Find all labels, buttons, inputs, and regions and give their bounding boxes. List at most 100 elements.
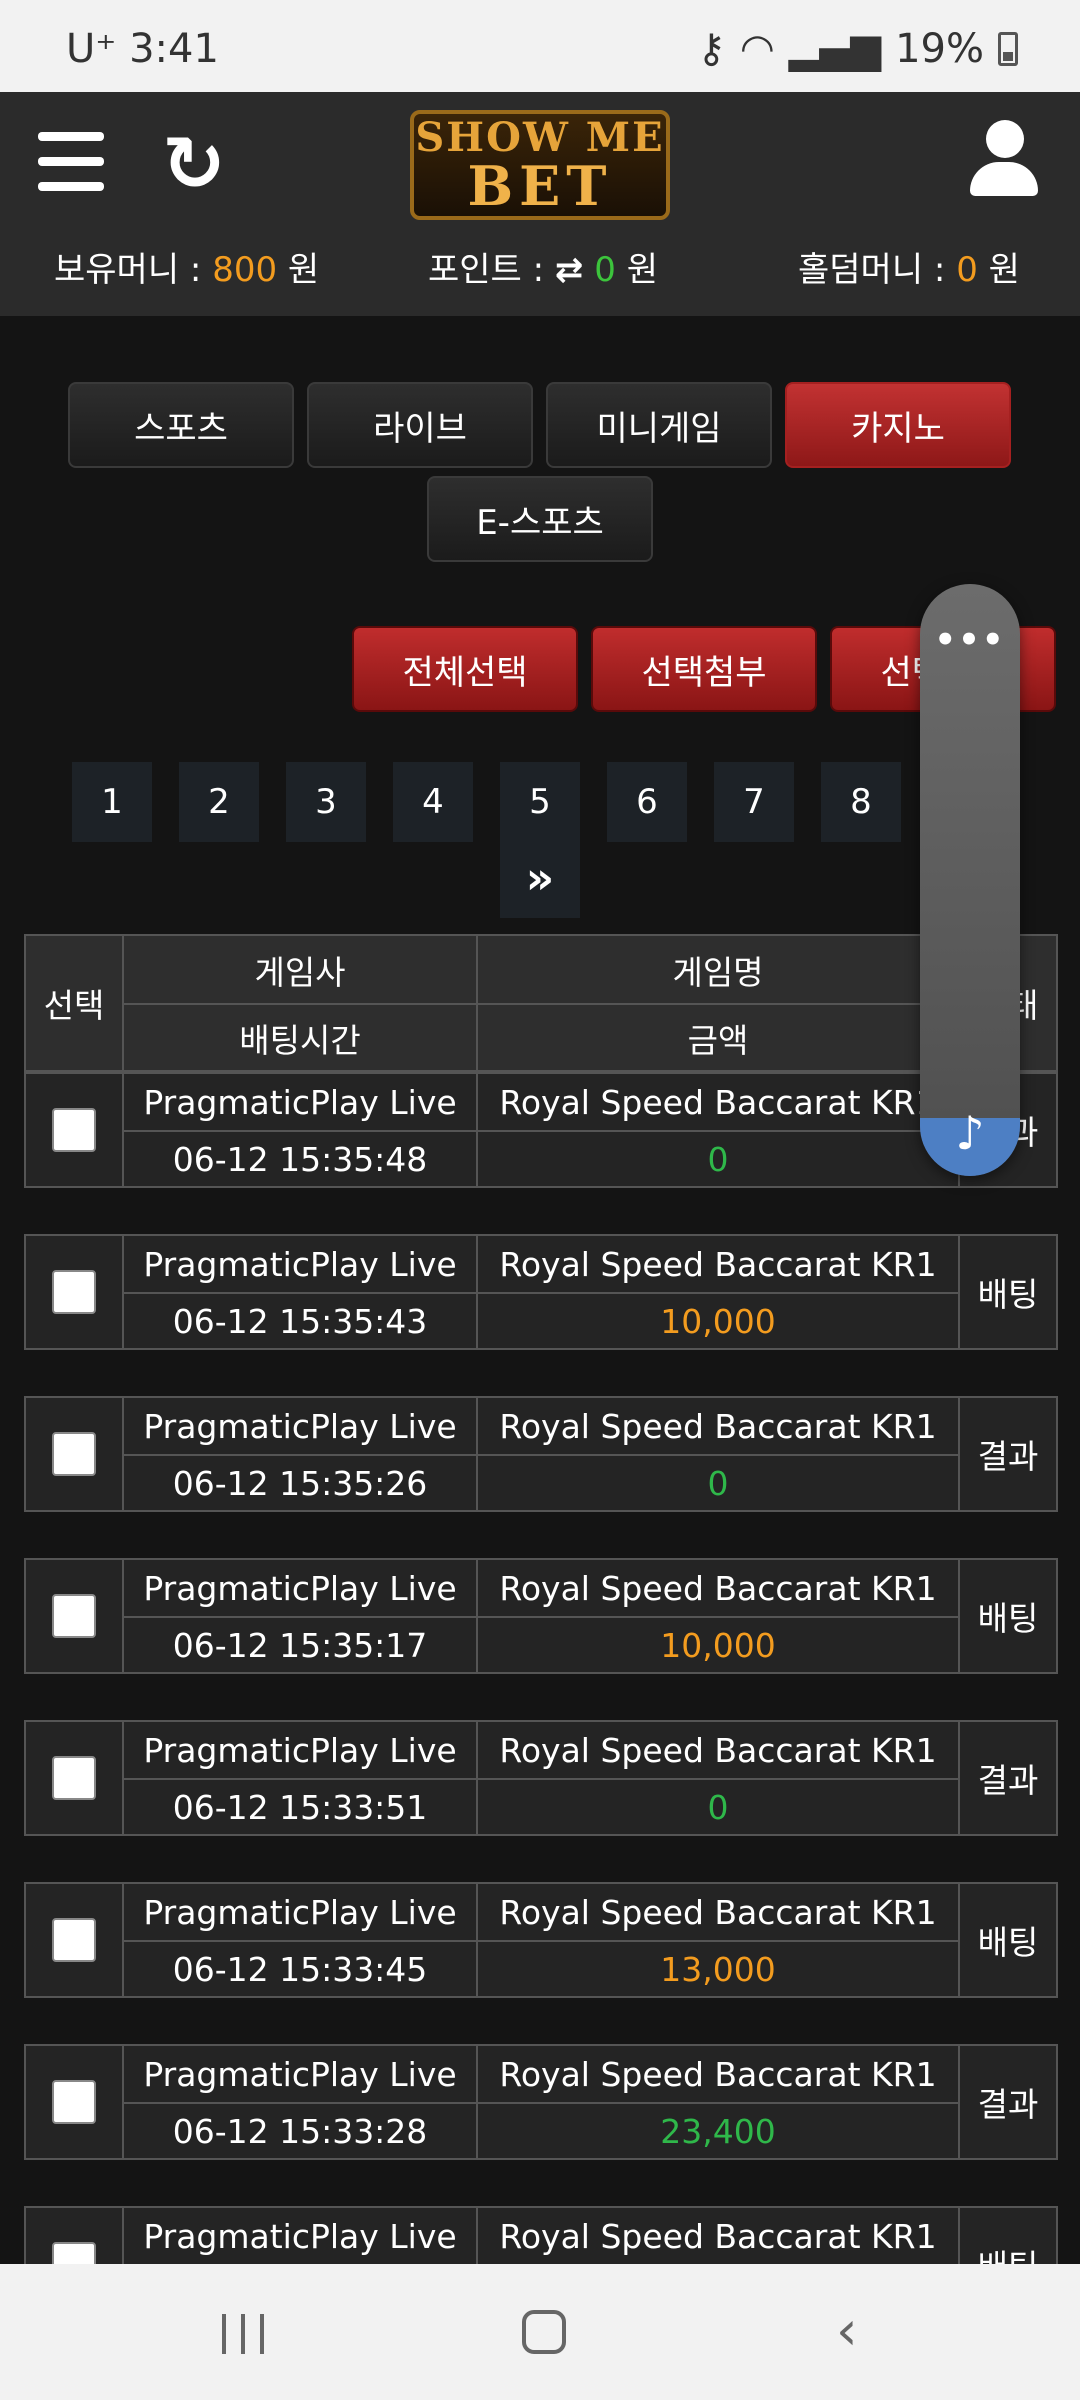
table-row[interactable]: PragmaticPlay Live Royal Speed Baccarat … [24, 1720, 1058, 1836]
music-note-icon[interactable]: ♪ [920, 1106, 1020, 1160]
page-5[interactable]: 5 [500, 762, 580, 842]
table-row[interactable]: PragmaticPlay Live Royal Speed Baccarat … [24, 1234, 1058, 1350]
page-3[interactable]: 3 [286, 762, 366, 842]
row-checkbox[interactable] [52, 1108, 96, 1152]
table-header: 선택 게임사 게임명 상태 배팅시간 금액 [24, 934, 1058, 1072]
page-1[interactable]: 1 [72, 762, 152, 842]
header-bet-time: 배팅시간 [124, 1005, 478, 1070]
page-2[interactable]: 2 [179, 762, 259, 842]
wifi-icon: ◠ [739, 26, 775, 72]
select-all-button[interactable]: 전체선택 [352, 626, 578, 712]
row-provider: PragmaticPlay Live [124, 2208, 478, 2264]
row-provider: PragmaticPlay Live [124, 1398, 478, 1454]
system-nav-bar: ‹ [0, 2264, 1080, 2400]
row-game: Royal Speed Baccarat KR1 [478, 2208, 960, 2264]
row-amount: 0 [478, 1780, 960, 1834]
row-amount: 0 [478, 1132, 960, 1186]
tab-casino[interactable]: 카지노 [785, 382, 1011, 468]
more-icon[interactable]: ••• [920, 620, 1020, 660]
row-checkbox[interactable] [52, 1594, 96, 1638]
row-game: Royal Speed Baccarat KR1 [478, 1560, 960, 1616]
row-time: 06-12 15:35:26 [124, 1456, 478, 1510]
table-row[interactable]: PragmaticPlay Live Royal Speed Baccarat … [24, 1558, 1058, 1674]
money-summary: 보유머니 : 800 원 포인트 : ⇄ 0 원 홀덤머니 : 0 원 [0, 242, 1080, 292]
table-row[interactable]: PragmaticPlay Live Royal Speed Baccarat … [24, 2044, 1058, 2160]
points-value: 0 [594, 250, 616, 290]
holdem-value: 0 [956, 250, 978, 290]
attach-selected-button[interactable]: 선택첨부 [591, 626, 817, 712]
row-time: 06-12 15:35:43 [124, 1294, 478, 1348]
row-checkbox[interactable] [52, 2080, 96, 2124]
page-6[interactable]: 6 [607, 762, 687, 842]
table-row[interactable]: PragmaticPlay Live Royal Speed Baccarat … [24, 1072, 1058, 1188]
row-time: 06-12 15:33:45 [124, 1942, 478, 1996]
row-status: 배팅 [977, 1275, 1039, 1314]
key-icon: ⚷ [696, 26, 726, 72]
row-amount: 10,000 [478, 1294, 960, 1348]
carrier-label: U⁺ [66, 26, 117, 72]
refresh-icon[interactable]: ↻ [162, 126, 226, 202]
row-time: 06-12 15:33:28 [124, 2104, 478, 2158]
row-amount: 13,000 [478, 1942, 960, 1996]
status-right: ⚷ ◠ ▂▄▆ 19% [697, 26, 1018, 72]
table-row[interactable]: PragmaticPlay Live Royal Speed Baccarat … [24, 1882, 1058, 1998]
row-provider: PragmaticPlay Live [124, 1560, 478, 1616]
status-bar: U⁺ 3:41 ⚷ ◠ ▂▄▆ 19% [0, 0, 1080, 92]
row-provider: PragmaticPlay Live [124, 1074, 478, 1130]
battery-icon [998, 32, 1018, 66]
row-time: 06-12 15:35:48 [124, 1132, 478, 1186]
row-time: 06-12 15:33:51 [124, 1780, 478, 1834]
site-header: ↻ SHOW ME BET 보유머니 : 800 원 포인트 : ⇄ 0 원 홀… [0, 92, 1080, 316]
row-game: Royal Speed Baccarat KR1 [478, 1398, 960, 1454]
row-checkbox[interactable] [52, 1756, 96, 1800]
row-status: 결과 [977, 1761, 1039, 1800]
recent-apps-icon[interactable] [222, 2314, 264, 2354]
tab-minigame[interactable]: 미니게임 [546, 382, 772, 468]
row-checkbox[interactable] [52, 1270, 96, 1314]
site-logo[interactable]: SHOW ME BET [410, 110, 670, 220]
home-icon[interactable] [522, 2310, 566, 2354]
back-icon[interactable]: ‹ [836, 2304, 858, 2358]
header-amount: 금액 [478, 1005, 960, 1070]
signal-icon: ▂▄▆ [788, 26, 882, 72]
tab-sports[interactable]: 스포츠 [68, 382, 294, 468]
row-checkbox[interactable] [52, 1432, 96, 1476]
row-amount: 23,400 [478, 2104, 960, 2158]
row-provider: PragmaticPlay Live [124, 1884, 478, 1940]
header-select: 선택 [26, 936, 124, 1070]
row-status: 배팅 [977, 1923, 1039, 1962]
clock: 3:41 [129, 26, 219, 72]
points-money: 포인트 : ⇄ 0 원 [428, 250, 658, 290]
row-game: Royal Speed Baccarat KR1 [478, 1884, 960, 1940]
table-row[interactable]: PragmaticPlay Live Royal Speed Baccarat … [24, 1396, 1058, 1512]
row-amount: 0 [478, 1456, 960, 1510]
menu-icon[interactable] [38, 132, 104, 194]
page-7[interactable]: 7 [714, 762, 794, 842]
status-left: U⁺ 3:41 [66, 26, 219, 72]
balance-money: 보유머니 : 800 원 [54, 250, 320, 290]
row-game: Royal Speed Baccarat KR1 [478, 1236, 960, 1292]
tab-esports[interactable]: E-스포츠 [427, 476, 653, 562]
header-provider: 게임사 [124, 936, 478, 1003]
row-status: 결과 [977, 1437, 1039, 1476]
row-checkbox[interactable] [52, 1918, 96, 1962]
row-status: 결과 [977, 2085, 1039, 2124]
row-game: Royal Speed Baccarat KR1 [478, 1074, 960, 1130]
tab-live[interactable]: 라이브 [307, 382, 533, 468]
user-icon[interactable] [968, 120, 1040, 196]
row-status: 배팅 [977, 1599, 1039, 1638]
page-4[interactable]: 4 [393, 762, 473, 842]
next-page-icon[interactable]: » [500, 838, 580, 918]
row-time: 06-12 15:35:17 [124, 1618, 478, 1672]
row-provider: PragmaticPlay Live [124, 2046, 478, 2102]
battery-percent: 19% [895, 26, 984, 72]
holdem-money: 홀덤머니 : 0 원 [798, 250, 1020, 290]
page-8[interactable]: 8 [821, 762, 901, 842]
row-provider: PragmaticPlay Live [124, 1236, 478, 1292]
balance-value: 800 [212, 250, 278, 290]
row-game: Royal Speed Baccarat KR1 [478, 1722, 960, 1778]
floating-assistant[interactable]: ••• ♪ [920, 584, 1020, 1176]
swap-icon[interactable]: ⇄ [555, 250, 584, 290]
header-game: 게임명 [478, 936, 960, 1003]
row-provider: PragmaticPlay Live [124, 1722, 478, 1778]
